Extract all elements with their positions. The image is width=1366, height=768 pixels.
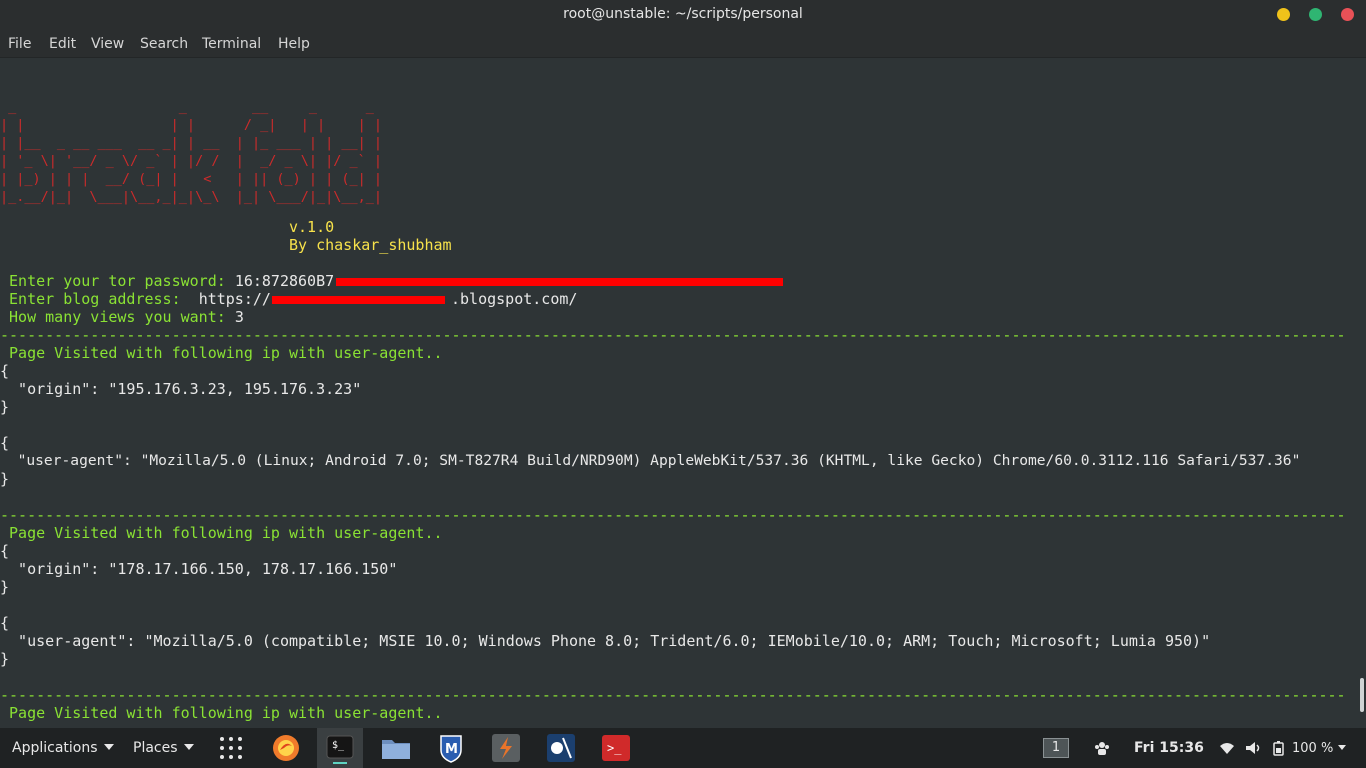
terminal-icon: $_: [326, 735, 354, 764]
workspace-indicator[interactable]: 1: [1043, 738, 1069, 758]
svg-text:M: M: [445, 742, 458, 757]
title-bar: root@unstable: ~/scripts/personal: [0, 0, 1366, 30]
menu-terminal[interactable]: Terminal: [202, 36, 261, 52]
terminal-output[interactable]: _ _ __ _ _ | | | | / _| | | | | | |__ _ …: [0, 58, 1366, 728]
cherrytree-icon: [547, 734, 575, 762]
metasploit-icon: M: [440, 735, 462, 763]
firefox-icon: [273, 735, 299, 761]
redaction-bar: [272, 296, 445, 304]
taskbar: Applications Places $_ M >_ 1 Fri 15:36 …: [0, 728, 1366, 768]
tor-password-value: 16:872860B7: [234, 272, 335, 290]
menu-search[interactable]: Search: [140, 36, 188, 52]
views-value: 3: [234, 308, 244, 326]
banner-line: |_.__/|_| \___|\__,_|_|\_\ |_| \___/|_|\…: [0, 189, 383, 205]
chevron-down-icon: [183, 744, 194, 750]
separator-line: ----------------------------------------…: [0, 326, 1346, 344]
tor-password-line: Enter your tor password: 16:872860B7: [0, 272, 334, 290]
clock[interactable]: Fri 15:36: [1134, 740, 1204, 756]
menu-file[interactable]: File: [8, 36, 31, 52]
applications-menu[interactable]: Applications: [12, 740, 114, 756]
blog-address-suffix: .blogspot.com/: [451, 290, 578, 308]
menu-bar: File Edit View Search Terminal Help: [0, 30, 1366, 58]
separator-line: ----------------------------------------…: [0, 506, 1346, 524]
separator-line: ----------------------------------------…: [0, 686, 1346, 704]
metasploit-launcher[interactable]: M: [435, 732, 467, 764]
firefox-launcher[interactable]: [270, 732, 302, 764]
banner-line: | |_) | | | __/ (_| | < | || (_) | | (_|…: [0, 171, 383, 187]
banner-line: | |__ _ __ ___ __ _| | __ | |_ ___ | | _…: [0, 135, 383, 151]
places-label: Places: [133, 740, 178, 756]
scrollbar-thumb[interactable]: [1360, 678, 1364, 712]
origin-line: "origin": "195.176.3.23, 195.176.3.23": [0, 380, 362, 398]
battery-label: 100 %: [1292, 741, 1334, 756]
minimize-button[interactable]: [1277, 8, 1290, 21]
files-icon: [382, 740, 410, 759]
json-brace: {: [0, 362, 10, 380]
wifi-icon[interactable]: [1219, 740, 1235, 756]
views-label: How many views you want:: [0, 308, 235, 326]
svg-text:$_: $_: [332, 740, 345, 751]
window-title: root@unstable: ~/scripts/personal: [563, 6, 803, 22]
version-text: v.1.0: [289, 218, 335, 236]
menu-help[interactable]: Help: [278, 36, 310, 52]
chevron-down-icon: [103, 744, 114, 750]
battery-icon[interactable]: [1271, 740, 1287, 756]
tor-password-label: Enter your tor password:: [0, 272, 235, 290]
menu-view[interactable]: View: [91, 36, 124, 52]
json-brace: }: [0, 578, 10, 596]
json-brace: }: [0, 650, 10, 668]
banner-line: _ _ __ _ _: [0, 99, 383, 115]
maximize-button[interactable]: [1309, 8, 1322, 21]
burpsuite-launcher[interactable]: [490, 732, 522, 764]
close-button[interactable]: [1341, 8, 1354, 21]
applications-label: Applications: [12, 740, 98, 756]
terminal-launcher[interactable]: $_: [324, 732, 356, 764]
svg-text:>_: >_: [607, 741, 622, 755]
users-icon[interactable]: [1094, 740, 1110, 756]
json-brace: {: [0, 542, 10, 560]
blog-address-line: Enter blog address: https://: [0, 290, 271, 308]
redterm-icon: >_: [602, 735, 630, 761]
redaction-bar: [336, 278, 783, 286]
blog-address-prefix: https://: [198, 290, 271, 308]
json-brace: }: [0, 470, 10, 488]
blog-address-label: Enter blog address:: [0, 290, 199, 308]
json-brace: {: [0, 614, 10, 632]
user-agent-line: "user-agent": "Mozilla/5.0 (compatible; …: [0, 632, 1211, 650]
redterm-launcher[interactable]: >_: [600, 732, 632, 764]
banner-line: | | | | / _| | | | |: [0, 117, 383, 133]
chevron-down-icon: [1338, 745, 1347, 750]
origin-line: "origin": "178.17.166.150, 178.17.166.15…: [0, 560, 398, 578]
views-line: How many views you want: 3: [0, 308, 244, 326]
battery-percentage[interactable]: 100 %: [1292, 741, 1347, 756]
cherrytree-launcher[interactable]: [545, 732, 577, 764]
visit-header: Page Visited with following ip with user…: [0, 524, 443, 542]
user-agent-line: "user-agent": "Mozilla/5.0 (Linux; Andro…: [0, 452, 1301, 469]
author-text: By chaskar_shubham: [289, 236, 452, 254]
visit-header: Page Visited with following ip with user…: [0, 344, 443, 362]
places-menu[interactable]: Places: [133, 740, 194, 756]
burpsuite-icon: [492, 734, 520, 762]
visit-header: Page Visited with following ip with user…: [0, 704, 443, 722]
json-brace: {: [0, 434, 10, 452]
banner-line: | '_ \| '__/ _ \/ _` | |/ / | _/ _ \| |/…: [0, 153, 383, 169]
menu-edit[interactable]: Edit: [49, 36, 76, 52]
show-apps-grid-icon[interactable]: [220, 737, 242, 759]
volume-icon[interactable]: [1245, 740, 1261, 756]
files-launcher[interactable]: [380, 732, 412, 764]
json-brace: }: [0, 398, 10, 416]
